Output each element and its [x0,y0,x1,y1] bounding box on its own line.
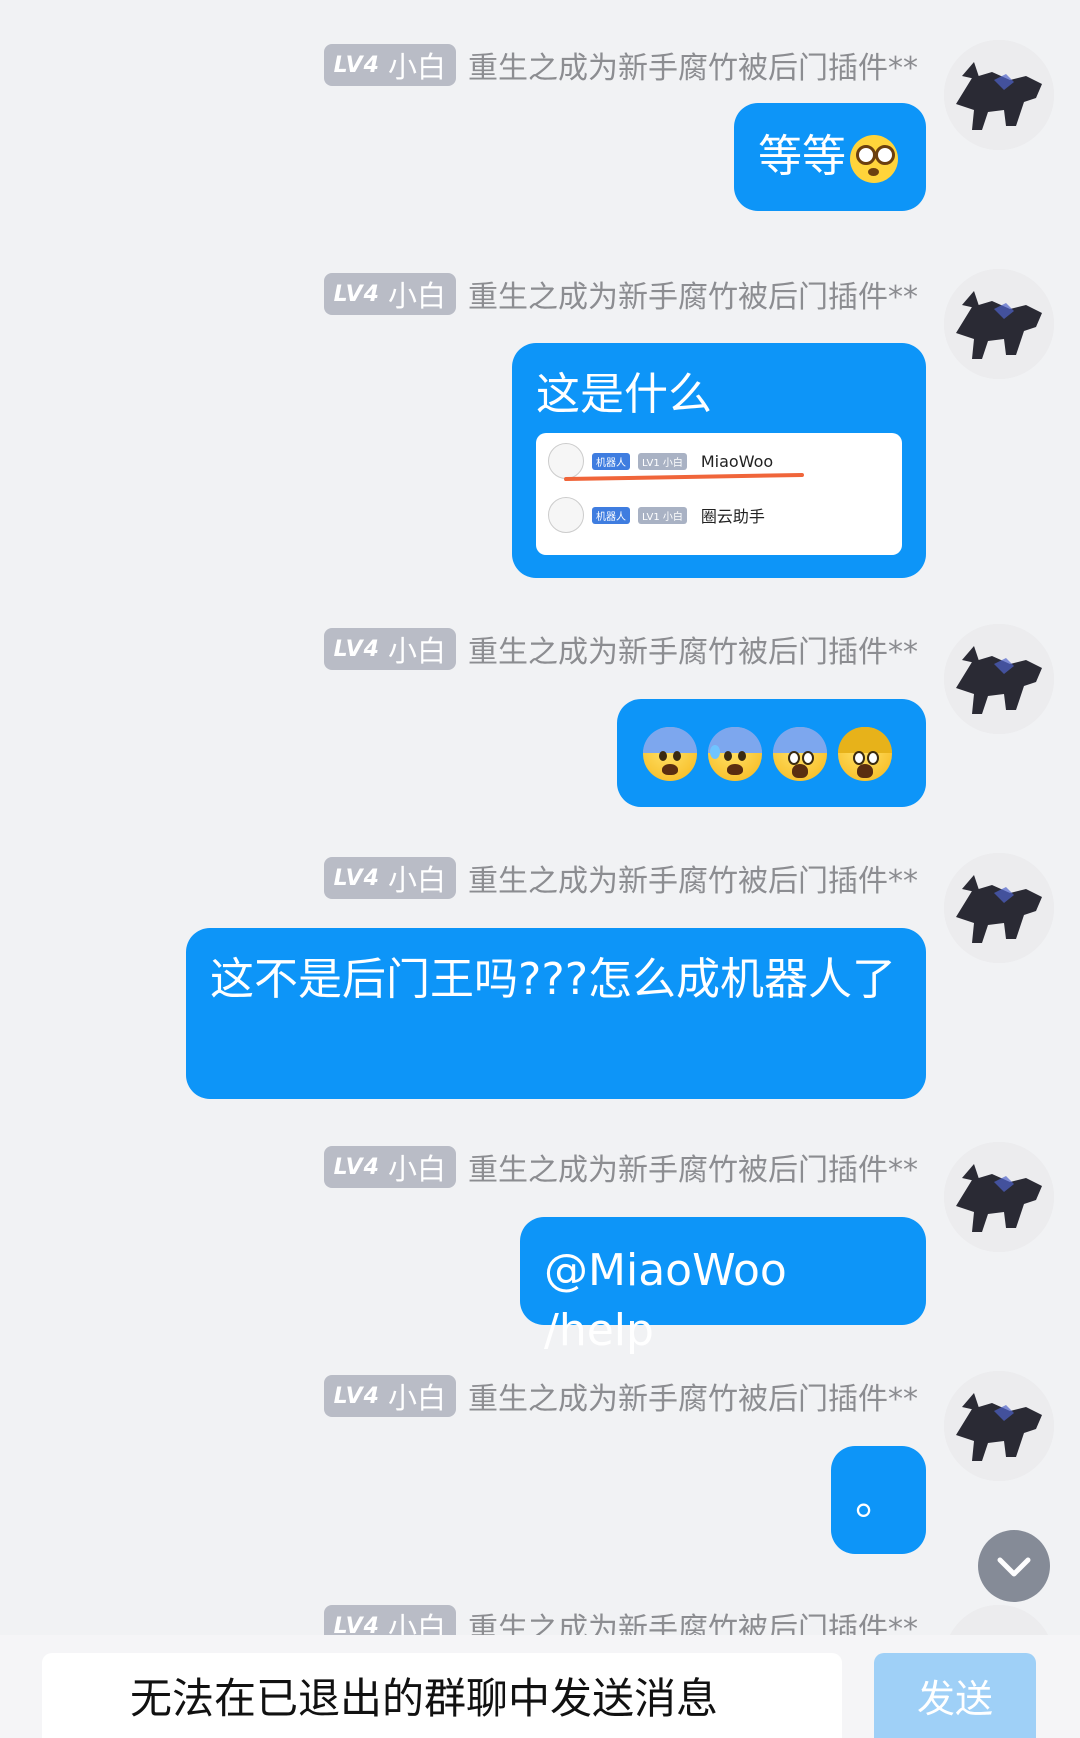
level-title: 小白 [387,50,446,84]
member-name: MiaoWoo [700,451,774,471]
screenshot-attachment[interactable]: 机器人 LV1 小白 MiaoWoo 机器人 LV1 小白 圈云助手 [536,433,902,555]
input-disabled-text: 无法在已退出的群聊中发送消息 [130,1674,719,1723]
level-title: 小白 [387,1152,446,1186]
sender-name: 重生之成为新手腐竹被后门插件** [468,1153,918,1188]
avatar[interactable] [944,40,1054,150]
message-bubble[interactable]: 这不是后门王吗???怎么成机器人了 [186,928,926,1099]
level-title: 小白 [387,1611,446,1635]
sender-name: 重生之成为新手腐竹被后门插件** [468,51,918,86]
chevron-down-icon [997,1557,1031,1577]
wolf-avatar-icon [944,1371,1054,1481]
message-meta: LV4 小白 重生之成为新手腐竹被后门插件** [323,273,918,315]
message-item-partial: LV4 小白 重生之成为新手腐竹被后门插件** [0,1605,1080,1635]
message-text: 。 [855,1474,899,1525]
member-avatar [548,443,584,479]
member-name: 圈云助手 [700,507,765,526]
scroll-to-bottom-button[interactable] [978,1530,1050,1602]
bot-tag: 机器人 [592,506,630,524]
message-bubble-emojis[interactable] [617,699,926,807]
level-badge: LV4 小白 [323,44,456,86]
level-title: 小白 [387,1381,446,1415]
message-meta: LV4 小白 重生之成为新手腐竹被后门插件** [323,1146,918,1188]
message-meta: LV4 小白 重生之成为新手腐竹被后门插件** [323,628,918,670]
level-badge: LV4 小白 [323,857,456,899]
message-text: 这是什么 [536,369,712,420]
wolf-avatar-icon [944,269,1054,379]
send-button[interactable]: 发送 [874,1653,1036,1738]
sender-name: 重生之成为新手腐竹被后门插件** [468,1382,918,1417]
sender-name: 重生之成为新手腐竹被后门插件** [468,635,918,670]
level-badge: LV4 小白 [323,1605,456,1636]
avatar[interactable] [944,624,1054,734]
level-prefix: LV4 [333,636,380,662]
level-badge: LV4 小白 [323,628,456,670]
level-tag: LV1 小白 [638,452,687,470]
message-bubble[interactable]: @MiaoWoo /help [520,1217,926,1356]
level-prefix: LV4 [333,52,380,78]
level-badge: LV4 小白 [323,1146,456,1188]
wolf-avatar-icon [944,1605,1054,1635]
message-meta: LV4 小白 重生之成为新手腐竹被后门插件** [323,44,918,86]
flushed-face-icon [850,135,898,183]
composer-bar: 无法在已退出的群聊中发送消息 发送 [0,1635,1080,1738]
wolf-avatar-icon [944,853,1054,963]
wolf-avatar-icon [944,40,1054,150]
scream-face-icon [838,727,892,781]
member-avatar [548,497,584,533]
message-bubble-with-image[interactable]: 这是什么 机器人 LV1 小白 MiaoWoo 机器人 LV1 小白 圈云助手 [512,343,926,578]
avatar[interactable] [944,269,1054,379]
level-prefix: LV4 [333,1383,380,1409]
avatar[interactable] [944,1371,1054,1481]
message-meta: LV4 小白 重生之成为新手腐竹被后门插件** [323,1375,918,1417]
avatar[interactable] [944,1605,1054,1635]
avatar[interactable] [944,1142,1054,1252]
fearful-face-icon [643,727,697,781]
level-badge: LV4 小白 [323,273,456,315]
sender-name: 重生之成为新手腐竹被后门插件** [468,280,918,315]
level-badge: LV4 小白 [323,1375,456,1417]
member-row: 机器人 LV1 小白 圈云助手 [548,497,765,533]
bot-tag: 机器人 [592,452,630,470]
message-bubble[interactable]: 等等 [734,103,926,211]
level-title: 小白 [387,634,446,668]
message-bubble[interactable]: 。 [831,1446,926,1554]
wolf-avatar-icon [944,624,1054,734]
wolf-avatar-icon [944,1142,1054,1252]
level-prefix: LV4 [333,1154,380,1180]
level-prefix: LV4 [333,865,380,891]
sender-name: 重生之成为新手腐竹被后门插件** [468,1612,918,1635]
level-prefix: LV4 [333,281,380,307]
level-title: 小白 [387,279,446,313]
level-tag: LV1 小白 [638,506,687,524]
sender-name: 重生之成为新手腐竹被后门插件** [468,864,918,899]
send-label: 发送 [916,1677,993,1721]
anxious-sweat-face-icon [708,727,762,781]
message-meta: LV4 小白 重生之成为新手腐竹被后门插件** [323,857,918,899]
avatar[interactable] [944,853,1054,963]
message-input[interactable]: 无法在已退出的群聊中发送消息 [42,1653,842,1738]
message-text: 等等 [758,131,846,182]
message-text: 这不是后门王吗???怎么成机器人了 [210,954,897,1005]
message-meta: LV4 小白 重生之成为新手腐竹被后门插件** [323,1605,918,1636]
message-text: @MiaoWoo /help [544,1245,787,1356]
level-prefix: LV4 [333,1613,380,1636]
level-title: 小白 [387,863,446,897]
scream-face-icon [773,727,827,781]
